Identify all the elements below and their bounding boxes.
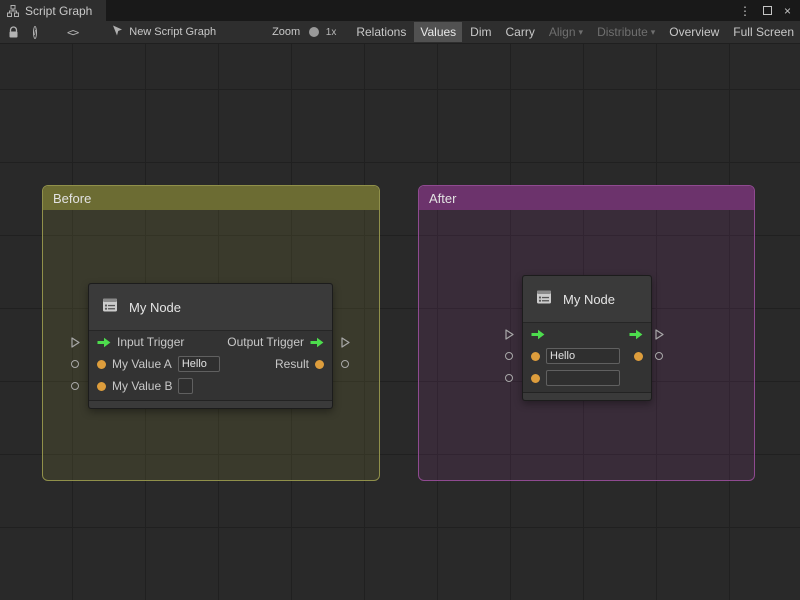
- external-output-trigger-port[interactable]: [653, 328, 665, 340]
- close-icon[interactable]: ×: [784, 4, 791, 18]
- group-after-header[interactable]: After: [419, 186, 754, 210]
- value-a-field[interactable]: [546, 348, 620, 364]
- tab-bar: Script Graph ⋮ ×: [0, 0, 800, 21]
- value-b-row: [523, 367, 651, 389]
- result-port-icon[interactable]: [315, 360, 324, 369]
- chevron-down-icon: ▾: [651, 27, 656, 38]
- tab-title: Script Graph: [25, 4, 92, 18]
- info-icon[interactable]: i: [33, 26, 37, 39]
- dim-button[interactable]: Dim: [464, 22, 497, 42]
- node-my-node-after[interactable]: My Node: [522, 275, 652, 401]
- node-title: My Node: [563, 292, 615, 307]
- external-input-trigger-port[interactable]: [503, 328, 515, 340]
- node-before-body: Input Trigger Output Trigger My Value A: [89, 331, 332, 397]
- result-port-icon[interactable]: [634, 352, 643, 361]
- graph-asset-icon: [112, 25, 123, 39]
- zoom-slider[interactable]: [310, 31, 318, 33]
- chevron-down-icon: ▾: [579, 27, 584, 38]
- carry-button[interactable]: Carry: [500, 22, 541, 42]
- value-a-row: [523, 345, 651, 367]
- value-a-port-icon[interactable]: [531, 352, 540, 361]
- relations-button[interactable]: Relations: [350, 22, 412, 42]
- align-button[interactable]: Align ▾: [543, 22, 589, 42]
- value-b-field[interactable]: [546, 370, 620, 386]
- external-result-port[interactable]: [653, 350, 665, 362]
- value-a-label: My Value A: [112, 357, 172, 371]
- align-button-label: Align: [549, 25, 576, 39]
- window-controls: ⋮ ×: [739, 0, 800, 21]
- value-b-row: My Value B: [89, 375, 332, 397]
- trigger-row: [523, 323, 651, 345]
- tab-script-graph[interactable]: Script Graph: [0, 0, 106, 21]
- node-after-footer: [523, 392, 651, 400]
- group-after-title: After: [429, 191, 456, 206]
- result-label: Result: [275, 357, 309, 371]
- node-before-header[interactable]: My Node: [89, 284, 332, 331]
- node-after-body: [523, 323, 651, 389]
- zoom-slider-knob[interactable]: [309, 27, 319, 37]
- value-a-row: My Value A Result: [89, 353, 332, 375]
- external-value-a-port[interactable]: [503, 350, 515, 362]
- output-trigger-port-icon[interactable]: [629, 329, 643, 340]
- external-result-port[interactable]: [339, 358, 351, 370]
- maximize-icon[interactable]: [763, 6, 772, 15]
- lock-icon[interactable]: [8, 26, 19, 39]
- node-before-footer: [89, 400, 332, 408]
- value-b-field[interactable]: [178, 378, 193, 394]
- zoom-value: 1x: [326, 27, 337, 38]
- node-icon: [100, 295, 120, 320]
- zoom-label: Zoom: [272, 26, 300, 38]
- distribute-button[interactable]: Distribute ▾: [591, 22, 661, 42]
- graph-toolbar: i <> New Script Graph Zoom 1x Relations …: [0, 21, 800, 44]
- value-a-port-icon[interactable]: [97, 360, 106, 369]
- fullscreen-button[interactable]: Full Screen: [727, 22, 800, 42]
- distribute-button-label: Distribute: [597, 25, 648, 39]
- value-a-field[interactable]: [178, 356, 220, 372]
- tabbar-spacer: [106, 0, 739, 21]
- value-b-port-icon[interactable]: [97, 382, 106, 391]
- node-my-node-before[interactable]: My Node Input Trigger Output Trigger: [88, 283, 333, 409]
- node-title: My Node: [129, 300, 181, 315]
- output-trigger-label: Output Trigger: [227, 335, 304, 349]
- value-b-port-icon[interactable]: [531, 374, 540, 383]
- code-icon[interactable]: <>: [67, 26, 78, 39]
- graph-picker[interactable]: New Script Graph: [112, 25, 216, 39]
- overview-button[interactable]: Overview: [663, 22, 725, 42]
- graph-canvas[interactable]: Before After: [0, 44, 800, 600]
- node-icon: [534, 287, 554, 312]
- values-button[interactable]: Values: [414, 22, 462, 42]
- window-menu-icon[interactable]: ⋮: [739, 4, 751, 18]
- group-before-title: Before: [53, 191, 91, 206]
- input-trigger-label: Input Trigger: [117, 335, 184, 349]
- input-trigger-port-icon[interactable]: [97, 337, 111, 348]
- node-after-header[interactable]: My Node: [523, 276, 651, 323]
- external-value-b-port[interactable]: [69, 380, 81, 392]
- input-trigger-port-icon[interactable]: [531, 329, 545, 340]
- external-value-a-port[interactable]: [69, 358, 81, 370]
- output-trigger-port-icon[interactable]: [310, 337, 324, 348]
- script-graph-icon: [7, 5, 19, 17]
- trigger-row: Input Trigger Output Trigger: [89, 331, 332, 353]
- graph-picker-label: New Script Graph: [129, 26, 216, 38]
- group-before-header[interactable]: Before: [43, 186, 379, 210]
- external-input-trigger-port[interactable]: [69, 336, 81, 348]
- value-b-label: My Value B: [112, 379, 172, 393]
- external-value-b-port[interactable]: [503, 372, 515, 384]
- script-graph-window: Script Graph ⋮ × i <> New Script Graph: [0, 0, 800, 600]
- external-output-trigger-port[interactable]: [339, 336, 351, 348]
